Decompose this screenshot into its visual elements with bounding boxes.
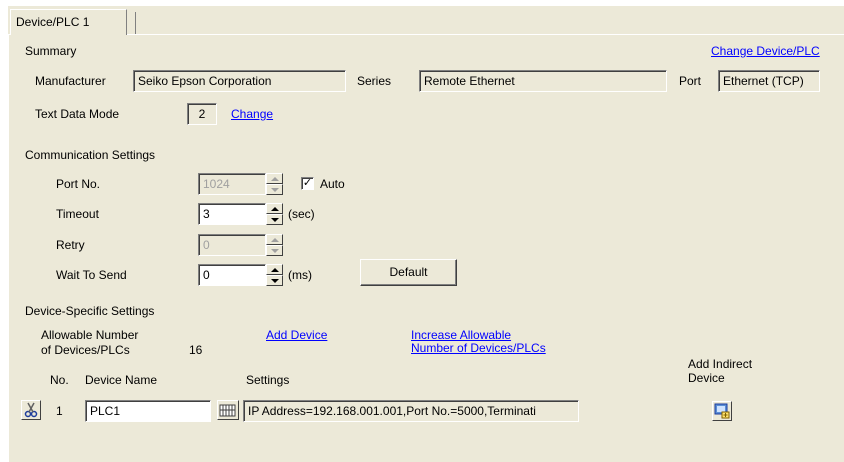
wait-to-send-label: Wait To Send xyxy=(56,268,127,282)
retry-value: 0 xyxy=(203,238,210,252)
wait-to-send-unit: (ms) xyxy=(288,268,312,282)
communication-settings-heading: Communication Settings xyxy=(25,148,156,162)
series-label: Series xyxy=(357,74,392,88)
spinner-down-icon[interactable] xyxy=(266,214,283,225)
port-no-value: 1024 xyxy=(203,177,230,191)
timeout-value: 3 xyxy=(203,207,210,221)
add-indirect-label-2: Device xyxy=(688,371,725,385)
timeout-unit: (sec) xyxy=(288,207,315,221)
change-device-plc-link[interactable]: Change Device/PLC xyxy=(711,44,820,58)
device-settings-field: IP Address=192.168.001.001,Port No.=5000… xyxy=(243,400,579,422)
port-value: Ethernet (TCP) xyxy=(723,74,804,88)
manufacturer-label: Manufacturer xyxy=(35,74,106,88)
retry-label: Retry xyxy=(56,238,85,252)
device-specific-heading: Device-Specific Settings xyxy=(25,304,155,318)
port-no-label: Port No. xyxy=(56,177,101,191)
column-no: No. xyxy=(50,373,69,387)
spinner-up-icon[interactable] xyxy=(266,234,283,245)
retry-input[interactable]: 0 xyxy=(198,234,266,256)
allowable-number-label-2: of Devices/PLCs xyxy=(41,343,130,357)
scissors-icon[interactable] xyxy=(21,400,41,420)
spinner-down-icon[interactable] xyxy=(266,245,283,256)
text-data-mode-field: 2 xyxy=(187,103,217,125)
series-field: Remote Ethernet xyxy=(419,70,667,92)
add-device-link[interactable]: Add Device xyxy=(266,328,327,342)
manufacturer-field: Seiko Epson Corporation xyxy=(133,70,346,92)
wait-to-send-input[interactable]: 0 xyxy=(198,264,266,286)
increase-allowable-link-2[interactable]: Number of Devices/PLCs xyxy=(411,341,546,355)
timeout-label: Timeout xyxy=(56,207,99,221)
increase-allowable-link-1[interactable]: Increase Allowable xyxy=(411,328,511,342)
default-button[interactable]: Default xyxy=(360,259,457,286)
auto-checkbox[interactable]: ✓ xyxy=(301,177,314,190)
port-label: Port xyxy=(679,74,702,88)
add-indirect-device-icon[interactable] xyxy=(712,401,732,421)
column-settings: Settings xyxy=(246,373,290,387)
row-number: 1 xyxy=(56,404,63,418)
spinner-up-icon[interactable] xyxy=(266,264,283,275)
text-data-mode-value: 2 xyxy=(198,107,206,121)
device-settings-value: IP Address=192.168.001.001,Port No.=5000… xyxy=(248,404,536,418)
allowable-number-label-1: Allowable Number xyxy=(41,328,139,342)
text-data-mode-label: Text Data Mode xyxy=(35,107,120,121)
port-field: Ethernet (TCP) xyxy=(718,70,820,92)
tab-device-plc-1[interactable]: Device/PLC 1 xyxy=(10,9,127,35)
device-name-value: PLC1 xyxy=(90,404,121,418)
spinner-up-icon[interactable] xyxy=(266,173,283,184)
device-name-input[interactable]: PLC1 xyxy=(85,400,211,422)
wait-to-send-spinner[interactable] xyxy=(266,264,283,286)
tab-strip: Device/PLC 1 xyxy=(8,6,844,35)
text-data-mode-change-link[interactable]: Change xyxy=(231,107,273,121)
auto-label: Auto xyxy=(320,177,345,191)
add-indirect-label-1: Add Indirect xyxy=(688,357,753,371)
timeout-input[interactable]: 3 xyxy=(198,203,266,225)
series-value: Remote Ethernet xyxy=(424,74,515,88)
wait-to-send-value: 0 xyxy=(203,268,210,282)
allowable-number-value: 16 xyxy=(189,343,203,357)
settings-grid-icon[interactable] xyxy=(217,400,239,420)
spinner-down-icon[interactable] xyxy=(266,184,283,195)
column-device-name: Device Name xyxy=(85,373,158,387)
spinner-down-icon[interactable] xyxy=(266,275,283,286)
tab-label: Device/PLC 1 xyxy=(16,15,90,29)
spinner-up-icon[interactable] xyxy=(266,203,283,214)
port-no-spinner[interactable] xyxy=(266,173,283,195)
summary-heading: Summary xyxy=(25,44,77,58)
retry-spinner[interactable] xyxy=(266,234,283,256)
timeout-spinner[interactable] xyxy=(266,203,283,225)
settings-panel xyxy=(8,34,844,462)
manufacturer-value: Seiko Epson Corporation xyxy=(138,74,272,88)
tab-separator xyxy=(135,12,136,34)
port-no-input[interactable]: 1024 xyxy=(198,173,266,195)
